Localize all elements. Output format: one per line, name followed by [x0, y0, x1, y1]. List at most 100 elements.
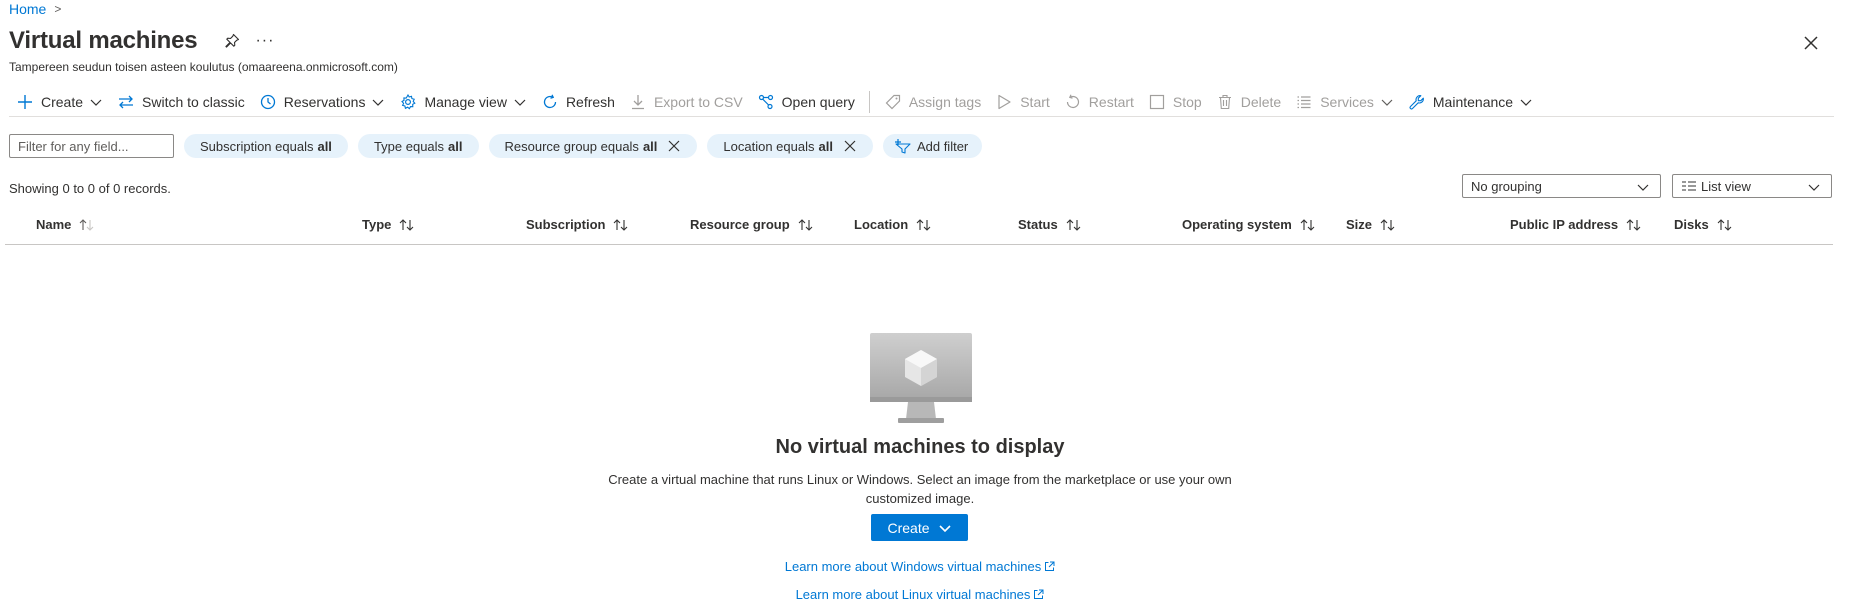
breadcrumb-separator: >: [54, 2, 62, 16]
manage-view-label: Manage view: [424, 93, 507, 110]
sort-icon: [1066, 218, 1082, 232]
learn-more-windows: Learn more about Windows virtual machine…: [0, 559, 1840, 574]
filter-pill-subscription[interactable]: Subscription equals all: [184, 134, 348, 158]
title-row: Virtual machines ···: [9, 27, 274, 55]
services-button[interactable]: Services: [1288, 88, 1401, 116]
stop-icon: [1148, 93, 1166, 111]
filter-pill-label: Resource group equals: [504, 138, 639, 154]
export-to-csv-button[interactable]: Export to CSV: [622, 88, 750, 116]
filter-pill-label: Location equals: [723, 138, 815, 154]
breadcrumb: Home >: [9, 1, 61, 17]
empty-state-create-button[interactable]: Create: [871, 514, 968, 541]
column-label: Type: [362, 217, 392, 232]
column-header-subscription[interactable]: Subscription: [526, 217, 629, 232]
learn-more-linux: Learn more about Linux virtual machines: [0, 587, 1840, 602]
filter-input[interactable]: [9, 134, 174, 158]
filter-pill-type[interactable]: Type equals all: [357, 134, 479, 158]
reservations-button[interactable]: Reservations: [252, 88, 393, 116]
maintenance-label: Maintenance: [1432, 93, 1514, 110]
column-label: Name: [36, 217, 72, 232]
close-icon[interactable]: [1802, 34, 1820, 52]
column-label: Disks: [1674, 217, 1709, 232]
filter-pill-label: Type equals: [373, 138, 445, 154]
maintenance-button[interactable]: Maintenance: [1401, 88, 1540, 116]
record-count: Showing 0 to 0 of 0 records.: [9, 181, 171, 196]
gear-icon: [399, 93, 417, 111]
open-query-button[interactable]: Open query: [750, 88, 862, 116]
start-button[interactable]: Start: [988, 88, 1057, 116]
create-button-label: Create: [887, 519, 930, 536]
create-label: Create: [41, 93, 84, 110]
column-header-disks[interactable]: Disks: [1674, 217, 1733, 232]
filter-pill-resource-group[interactable]: Resource group equals all: [488, 134, 698, 158]
add-filter-button[interactable]: Add filter: [882, 134, 983, 158]
plus-icon: [16, 93, 34, 111]
toolbar-divider: [868, 90, 870, 113]
column-label: Subscription: [526, 217, 606, 232]
delete-button[interactable]: Delete: [1209, 88, 1288, 116]
column-header-operating-system[interactable]: Operating system: [1182, 217, 1316, 232]
chevron-down-icon: [513, 95, 527, 109]
list-icon: [1295, 93, 1313, 111]
column-label: Resource group: [690, 217, 790, 232]
stop-button[interactable]: Stop: [1141, 88, 1209, 116]
play-icon: [995, 93, 1013, 111]
restart-button[interactable]: Restart: [1057, 88, 1141, 116]
page-title: Virtual machines: [9, 27, 198, 54]
column-header-location[interactable]: Location: [854, 217, 932, 232]
chevron-down-icon: [1807, 180, 1821, 194]
column-label: Size: [1346, 217, 1373, 232]
trash-icon: [1216, 93, 1234, 111]
column-label: Operating system: [1182, 217, 1292, 232]
refresh-icon: [541, 93, 559, 111]
stop-label: Stop: [1172, 93, 1202, 110]
restart-icon: [1064, 93, 1082, 111]
column-label: Location: [854, 217, 909, 232]
reservations-label: Reservations: [283, 93, 366, 110]
column-header-type[interactable]: Type: [362, 217, 415, 232]
switch-to-classic-button[interactable]: Switch to classic: [110, 88, 252, 116]
delete-label: Delete: [1240, 93, 1282, 110]
filter-pill-value: all: [317, 138, 332, 154]
sort-icon: [916, 218, 932, 232]
chevron-down-icon: [1380, 95, 1394, 109]
query-icon: [757, 93, 775, 111]
external-link-icon: [1033, 588, 1044, 599]
filter-row: Subscription equals all Type equals all …: [9, 134, 983, 158]
clock-icon: [259, 93, 277, 111]
virtual-machine-illustration-icon: [870, 333, 972, 425]
learn-more-linux-link[interactable]: Learn more about Linux virtual machines: [796, 587, 1031, 602]
grouping-value: No grouping: [1471, 178, 1542, 194]
remove-filter-icon[interactable]: [843, 139, 857, 153]
empty-state-title: No virtual machines to display: [775, 436, 1065, 458]
create-button[interactable]: Create: [9, 88, 110, 116]
page-subtitle: Tampereen seudun toisen asteen koulutus …: [9, 60, 398, 74]
add-filter-label: Add filter: [916, 138, 969, 154]
learn-more-windows-link[interactable]: Learn more about Windows virtual machine…: [785, 559, 1042, 574]
manage-view-button[interactable]: Manage view: [392, 88, 534, 116]
view-dropdown[interactable]: List view: [1672, 174, 1832, 198]
column-header-resource-group[interactable]: Resource group: [690, 217, 814, 232]
refresh-label: Refresh: [565, 93, 615, 110]
filter-pill-value: all: [818, 138, 833, 154]
remove-filter-icon[interactable]: [667, 139, 681, 153]
refresh-button[interactable]: Refresh: [534, 88, 622, 116]
more-options-icon[interactable]: ···: [255, 32, 274, 50]
sort-icon: [1626, 218, 1642, 232]
sort-icon: [613, 218, 629, 232]
breadcrumb-home-link[interactable]: Home: [9, 1, 46, 17]
sort-ascending-icon: [79, 218, 95, 232]
column-header-public-ip-address[interactable]: Public IP address: [1510, 217, 1642, 232]
pin-icon[interactable]: [223, 32, 241, 50]
column-header-size[interactable]: Size: [1346, 217, 1396, 232]
grouping-dropdown[interactable]: No grouping: [1462, 174, 1661, 198]
filter-pill-location[interactable]: Location equals all: [707, 134, 873, 158]
column-header-status[interactable]: Status: [1018, 217, 1082, 232]
tag-icon: [884, 93, 902, 111]
restart-label: Restart: [1088, 93, 1134, 110]
chevron-down-icon: [1636, 180, 1650, 194]
sort-icon: [1300, 218, 1316, 232]
column-header-name[interactable]: Name: [36, 217, 95, 232]
assign-tags-button[interactable]: Assign tags: [877, 88, 988, 116]
column-label: Public IP address: [1510, 217, 1619, 232]
